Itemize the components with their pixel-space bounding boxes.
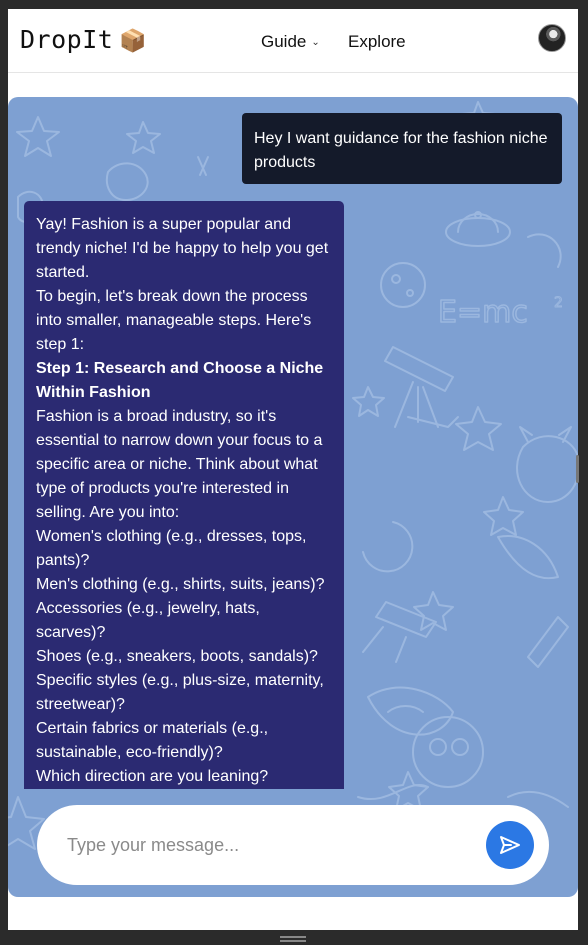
chat-panel: E=mc 2 Hey I want guidance for the fashi… <box>8 97 578 897</box>
app-window: DropIt 📦 Guide ⌄ Explore E=mc 2 Hey I wa… <box>8 9 578 930</box>
nav-explore-link[interactable]: Explore <box>348 32 406 52</box>
bot-message-line: To begin, let's break down the process i… <box>36 288 312 353</box>
message-input[interactable] <box>67 829 467 861</box>
svg-text:2: 2 <box>554 295 563 311</box>
user-message-bubble: Hey I want guidance for the fashion nich… <box>242 113 562 184</box>
scrollbar-handle[interactable] <box>576 455 579 483</box>
nav-guide-label: Guide <box>261 32 307 51</box>
bot-option-item: Shoes (e.g., sneakers, boots, sandals)? <box>36 648 318 665</box>
bot-message-line: Yay! Fashion is a super popular and tren… <box>36 216 329 281</box>
user-avatar[interactable] <box>538 24 566 52</box>
bot-option-item: Accessories (e.g., jewelry, hats, scarve… <box>36 600 260 641</box>
user-message-text: Hey I want guidance for the fashion nich… <box>254 130 548 171</box>
brand-name: DropIt <box>20 25 114 54</box>
bot-option-item: Women's clothing (e.g., dresses, tops, p… <box>36 528 307 569</box>
svg-text:E=mc: E=mc <box>438 295 528 330</box>
bot-step-title: Step 1: Research and Choose a Niche With… <box>36 360 324 401</box>
navbar: DropIt 📦 Guide ⌄ Explore <box>8 9 578 73</box>
nav-guide-dropdown[interactable]: Guide ⌄ <box>261 32 320 52</box>
message-composer <box>37 805 549 885</box>
send-icon <box>500 836 520 854</box>
bot-message-bubble: Yay! Fashion is a super popular and tren… <box>24 201 344 789</box>
send-button[interactable] <box>486 821 534 869</box>
resize-grip[interactable] <box>280 936 306 942</box>
package-icon: 📦 <box>119 29 148 54</box>
bot-option-item: Men's clothing (e.g., shirts, suits, jea… <box>36 576 325 593</box>
chevron-down-icon: ⌄ <box>311 37 320 48</box>
brand-logo[interactable]: DropIt 📦 <box>20 25 147 54</box>
bot-option-item: Specific styles (e.g., plus-size, matern… <box>36 672 324 713</box>
bot-message-line: Fashion is a broad industry, so it's ess… <box>36 408 323 521</box>
bot-option-item: Certain fabrics or materials (e.g., sust… <box>36 720 269 761</box>
bot-message-line: Which direction are you leaning? <box>36 768 269 785</box>
